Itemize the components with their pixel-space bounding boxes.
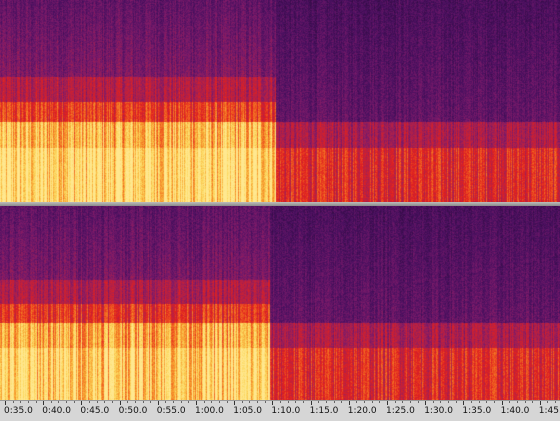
ruler-minor-tick [96, 401, 98, 403]
ruler-time-label: 1:10.0 [271, 406, 301, 416]
ruler-minor-tick [127, 401, 129, 403]
spectrogram-channel-1[interactable] [0, 0, 560, 202]
ruler-tick [425, 401, 427, 405]
ruler-minor-tick [249, 401, 251, 403]
ruler-minor-tick [20, 401, 22, 403]
ruler-minor-tick [173, 401, 175, 403]
ruler-minor-tick [257, 401, 259, 403]
ruler-minor-tick [409, 401, 411, 403]
ruler-minor-tick [180, 401, 182, 403]
ruler-minor-tick [493, 401, 495, 403]
ruler-minor-tick [35, 401, 37, 403]
ruler-minor-tick [478, 401, 480, 403]
ruler-minor-tick [203, 401, 205, 403]
ruler-minor-tick [394, 401, 396, 403]
ruler-minor-tick [302, 401, 304, 403]
ruler-minor-tick [280, 401, 282, 403]
ruler-minor-tick [295, 401, 297, 403]
ruler-minor-tick [150, 401, 152, 403]
ruler-tick [119, 401, 121, 405]
ruler-minor-tick [58, 401, 60, 403]
ruler-time-label: 0:40.0 [42, 406, 71, 416]
ruler-minor-tick [89, 401, 91, 403]
ruler-minor-tick [532, 401, 534, 403]
ruler-tick [348, 401, 350, 405]
ruler-time-label: 0:45.0 [80, 406, 110, 416]
ruler-minor-tick [12, 401, 14, 403]
ruler-minor-tick [356, 401, 358, 403]
ruler-time-label: 0:50.0 [118, 406, 148, 416]
ruler-tick [310, 401, 312, 405]
ruler-time-label: 1:40.0 [500, 406, 530, 416]
ruler-minor-tick [486, 401, 488, 403]
spectrogram-canvas-channel-1[interactable] [0, 0, 560, 202]
ruler-minor-tick [165, 401, 167, 403]
ruler-minor-tick [516, 401, 518, 403]
timeline-ruler[interactable]: 0:35.0 0:40.0 0:45.0 0:50.0 0:55.0 1:00.0 1:05… [0, 400, 560, 421]
ruler-tick [81, 401, 83, 405]
ruler-tick [463, 401, 465, 405]
ruler-minor-tick [50, 401, 52, 403]
ruler-minor-tick [27, 401, 29, 403]
ruler-minor-tick [264, 401, 266, 403]
ruler-tick [196, 401, 197, 405]
ruler-minor-tick [448, 401, 450, 403]
ruler-tick [5, 401, 6, 405]
ruler-time-label: 1:00.0 [195, 406, 224, 416]
ruler-minor-tick [555, 401, 557, 403]
ruler-minor-tick [218, 401, 220, 403]
ruler-minor-tick [325, 401, 327, 403]
ruler-minor-tick [333, 401, 335, 403]
ruler-time-label: 1:15.0 [309, 406, 339, 416]
ruler-minor-tick [432, 401, 434, 403]
ruler-tick [43, 401, 45, 405]
ruler-minor-tick [134, 401, 136, 403]
ruler-minor-tick [73, 401, 75, 403]
ruler-time-label: 1:05.0 [233, 406, 262, 416]
ruler-minor-tick [287, 401, 289, 403]
ruler-tick [387, 401, 388, 405]
ruler-minor-tick [211, 401, 213, 403]
ruler-time-label: 0:55.0 [156, 406, 186, 416]
ruler-minor-tick [142, 401, 144, 403]
ruler-minor-tick [379, 401, 381, 403]
ruler-minor-tick [318, 401, 320, 403]
ruler-minor-tick [364, 401, 366, 403]
ruler-minor-tick [104, 401, 106, 403]
ruler-minor-tick [66, 401, 68, 403]
ruler-time-label: 1:20.0 [347, 406, 377, 416]
ruler-tick [539, 401, 541, 405]
ruler-time-label: 1:35.0 [462, 406, 492, 416]
ruler-tick [272, 401, 274, 405]
ruler-minor-tick [188, 401, 190, 403]
ruler-minor-tick [111, 401, 113, 403]
ruler-minor-tick [440, 401, 442, 403]
ruler-minor-tick [547, 401, 549, 403]
ruler-minor-tick [226, 401, 228, 403]
spectrogram-canvas-channel-2[interactable] [0, 206, 560, 400]
ruler-time-label: 1:45.0 [538, 406, 560, 416]
ruler-minor-tick [371, 401, 373, 403]
ruler-tick [501, 401, 503, 405]
spectrogram-channel-2[interactable] [0, 206, 560, 400]
ruler-minor-tick [341, 401, 343, 403]
ruler-minor-tick [417, 401, 419, 403]
ruler-minor-tick [471, 401, 473, 403]
ruler-minor-tick [524, 401, 526, 403]
ruler-time-label: 1:25.0 [386, 406, 415, 416]
ruler-minor-tick [509, 401, 511, 403]
ruler-time-label: 0:35.0 [4, 406, 33, 416]
ruler-time-label: 1:30.0 [424, 406, 453, 416]
ruler-tick [234, 401, 236, 405]
ruler-minor-tick [455, 401, 457, 403]
ruler-minor-tick [241, 401, 243, 403]
ruler-tick [157, 401, 159, 405]
spectrogram-view[interactable]: 0:35.0 0:40.0 0:45.0 0:50.0 0:55.0 1:00.0 1:05… [0, 0, 560, 421]
ruler-minor-tick [402, 401, 404, 403]
